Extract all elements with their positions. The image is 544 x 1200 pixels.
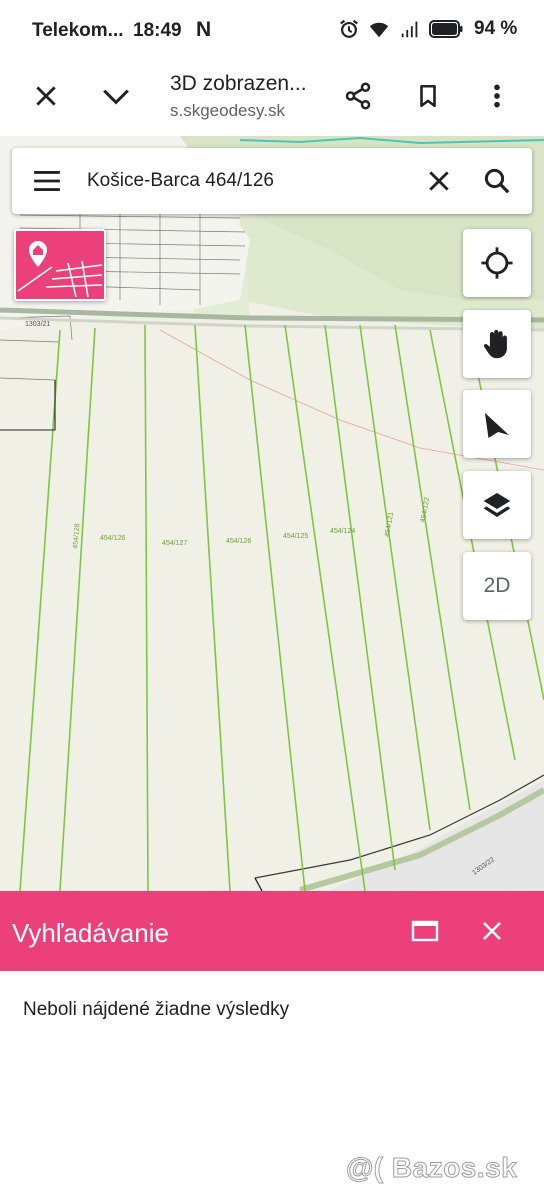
clock: 18:49: [133, 20, 182, 41]
system-icons: 94 %: [338, 18, 517, 40]
hand-icon: [483, 329, 507, 359]
page-url[interactable]: s.skgeodesy.sk: [170, 101, 285, 121]
search-button[interactable]: [482, 166, 512, 201]
menu-icon: [34, 171, 60, 191]
my-location-button[interactable]: [463, 229, 531, 297]
search-bar[interactable]: Košice-Barca 464/126: [12, 148, 532, 214]
layers-button[interactable]: [463, 471, 531, 539]
bookmark-icon: [420, 84, 436, 108]
chevron-down-icon: [103, 89, 129, 105]
bookmark-button[interactable]: [406, 74, 450, 118]
wifi-icon: [369, 22, 389, 38]
status-bar: Telekom... 18:49 N 94 %: [0, 0, 544, 62]
navigation-arrow-icon: [484, 412, 510, 439]
watermark: @( Bazos.sk: [345, 1152, 518, 1184]
menu-button[interactable]: [32, 168, 62, 199]
view-mode-label: 2D: [483, 574, 511, 597]
page-title: 3D zobrazen...: [170, 72, 307, 95]
parcel-label: 1303/21: [25, 321, 50, 328]
crosshair-icon: [481, 247, 513, 279]
parcel-label: 454/124: [330, 528, 355, 535]
layers-icon: [483, 493, 511, 517]
view-mode-toggle[interactable]: 2D: [463, 552, 531, 620]
navigation-button[interactable]: [463, 390, 531, 458]
signal-icon: [401, 21, 418, 38]
maximize-panel-button[interactable]: [405, 911, 445, 951]
battery-level: 94 %: [474, 18, 518, 39]
search-panel-header: Vyhľadávanie: [0, 891, 544, 971]
more-vert-icon: [494, 84, 500, 108]
minimize-tab-button[interactable]: [94, 74, 138, 118]
more-options-button[interactable]: [475, 74, 519, 118]
close-icon: [36, 86, 56, 106]
parcel-label: 454/125: [283, 533, 308, 540]
search-icon: [484, 168, 510, 194]
parcel-label: 454/126: [100, 535, 125, 542]
maximize-icon: [411, 920, 439, 942]
share-icon: [345, 82, 371, 110]
panel-title: Vyhľadávanie: [12, 918, 169, 948]
close-icon: [429, 171, 449, 191]
battery-icon: [429, 20, 463, 38]
search-input[interactable]: Košice-Barca 464/126: [87, 170, 274, 192]
parcel-label: 454/126: [226, 538, 251, 545]
clear-search-button[interactable]: [426, 168, 452, 199]
close-icon: [483, 922, 501, 940]
carrier-name: Telekom...: [32, 20, 124, 41]
no-results-message: Neboli nájdené žiadne výsledky: [23, 999, 290, 1020]
parcel-label: 454/127: [162, 540, 187, 547]
share-button[interactable]: [336, 74, 380, 118]
basemap-switcher[interactable]: [14, 229, 106, 301]
pan-tool-button[interactable]: [463, 310, 531, 378]
close-panel-button[interactable]: [472, 911, 512, 951]
parcel-label: 454/128: [72, 523, 81, 549]
map-thumbnail-icon: [17, 241, 103, 298]
close-tab-button[interactable]: [24, 74, 68, 118]
alarm-icon: [340, 19, 358, 38]
notification-icon: N: [196, 18, 212, 41]
